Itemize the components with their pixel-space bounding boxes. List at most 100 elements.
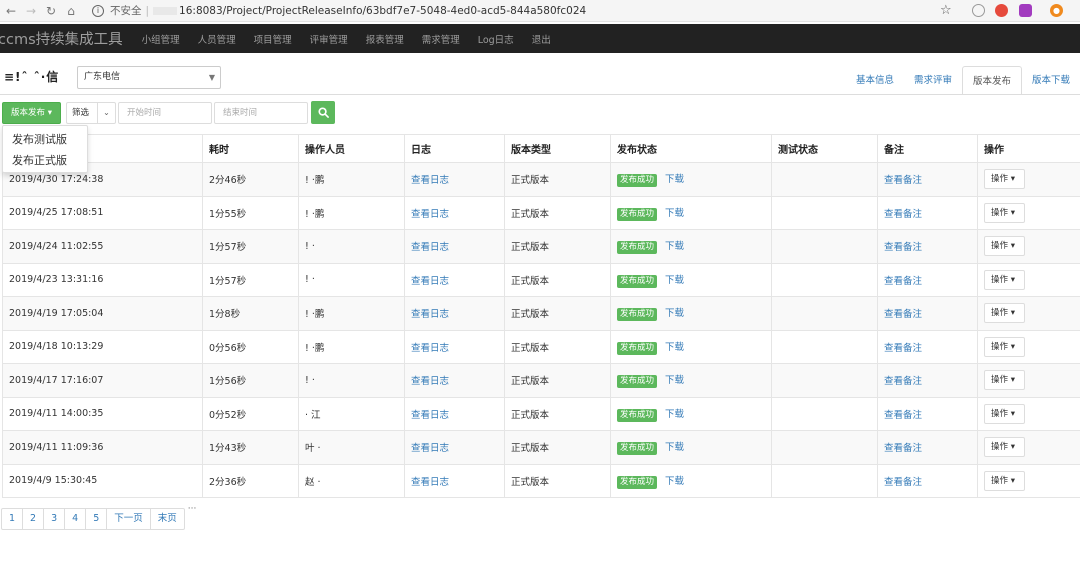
nav-link-report[interactable]: 报表管理 [366,32,404,46]
next-page-link[interactable]: 下一页 [106,508,151,530]
download-link[interactable]: 下载 [665,442,684,453]
extension-purple-icon[interactable] [1019,4,1032,17]
menu-item-release-test[interactable]: 发布测试版 [3,129,87,150]
view-remark-link[interactable]: 查看备注 [884,376,922,387]
page-link-5[interactable]: 5 [85,508,108,530]
row-actions-button[interactable]: 操作 ▾ [984,336,1025,357]
col-header-remark[interactable]: 备注 [877,134,978,163]
view-log-link[interactable]: 查看日志 [411,276,449,287]
download-link[interactable]: 下载 [665,174,684,185]
page-link-1[interactable]: 1 [1,508,24,530]
nav-link-logout[interactable]: 退出 [532,32,551,46]
project-tabs: 基本信息 需求评审 版本发布 版本下载 [846,66,1080,95]
view-log-link[interactable]: 查看日志 [411,343,449,354]
end-date-input[interactable]: 结束时间 [214,102,308,124]
download-link[interactable]: 下载 [665,208,684,219]
nav-link-group[interactable]: 小组管理 [142,32,180,46]
view-log-link[interactable]: 查看日志 [411,309,449,320]
download-link[interactable]: 下载 [665,241,684,252]
address-url[interactable]: 16:8083/Project/ProjectReleaseInfo/63bdf… [179,5,586,17]
nav-link-requirement[interactable]: 需求管理 [422,32,460,46]
page-link-4[interactable]: 4 [64,508,87,530]
view-remark-link[interactable]: 查看备注 [884,209,922,220]
cell-test-status [771,430,878,465]
start-date-input[interactable]: 开始时间 [118,102,212,124]
release-table: 耗时 操作人员 日志 版本类型 发布状态 测试状态 备注 操作 2019/4/3… [2,134,1080,498]
col-header-version-type[interactable]: 版本类型 [504,134,611,163]
row-actions-button[interactable]: 操作 ▾ [984,236,1025,257]
table-row: 2019/4/17 17:16:07 1分56秒 ! · 查看日志 正式版本 发… [2,363,1080,398]
extension-red-icon[interactable] [995,4,1008,17]
last-page-link[interactable]: 末页 [149,508,185,530]
bookmark-star-icon[interactable]: ☆ [940,3,952,18]
tab-basic-info[interactable]: 基本信息 [846,66,904,95]
col-header-actions[interactable]: 操作 [977,134,1080,163]
nav-link-review[interactable]: 评审管理 [310,32,348,46]
extension-shield-icon[interactable] [972,4,985,17]
row-actions-button[interactable]: 操作 ▾ [984,470,1025,491]
col-header-operator[interactable]: 操作人员 [298,134,405,163]
view-log-link[interactable]: 查看日志 [411,242,449,253]
tab-version-release[interactable]: 版本发布 [961,66,1022,95]
download-link[interactable]: 下载 [665,275,684,286]
view-log-link[interactable]: 查看日志 [411,376,449,387]
download-link[interactable]: 下载 [665,476,684,487]
brand-logo[interactable]: ccms持续集成工具 [0,28,123,49]
tab-requirement-review[interactable]: 需求评审 [904,66,962,95]
caret-down-icon: ▾ [1010,408,1015,419]
row-actions-button[interactable]: 操作 ▾ [984,202,1025,223]
menu-item-release-production[interactable]: 发布正式版 [3,150,87,171]
table-row: 2019/4/23 13:31:16 1分57秒 ! · 查看日志 正式版本 发… [2,262,1080,297]
col-header-release-status[interactable]: 发布状态 [610,134,772,163]
nav-link-log[interactable]: Log日志 [478,32,514,46]
filter-select[interactable]: 筛选 ⌄ [66,102,116,124]
profile-avatar-icon[interactable]: ● [1050,4,1063,17]
page-link-2[interactable]: 2 [22,508,45,530]
caret-down-icon: ▾ [1010,375,1015,386]
view-remark-link[interactable]: 查看备注 [884,477,922,488]
download-link[interactable]: 下载 [665,308,684,319]
col-header-duration[interactable]: 耗时 [202,134,299,163]
info-icon[interactable]: i [92,4,104,17]
tab-version-download[interactable]: 版本下载 [1022,66,1080,95]
project-select[interactable]: 广东电信 ▼ [77,66,221,89]
status-badge: 发布成功 [617,442,658,456]
row-actions-button[interactable]: 操作 ▾ [984,169,1025,190]
view-remark-link[interactable]: 查看备注 [884,276,922,287]
status-badge: 发布成功 [617,207,658,221]
col-header-test-status[interactable]: 测试状态 [771,134,878,163]
home-icon[interactable]: ⌂ [62,2,80,20]
row-actions-button[interactable]: 操作 ▾ [984,269,1025,290]
download-link[interactable]: 下载 [665,375,684,386]
row-actions-button[interactable]: 操作 ▾ [984,303,1025,324]
view-log-link[interactable]: 查看日志 [411,443,449,454]
back-arrow-icon[interactable]: ← [2,2,20,20]
forward-arrow-icon[interactable]: → [22,2,40,20]
nav-link-project[interactable]: 项目管理 [254,32,292,46]
view-remark-link[interactable]: 查看备注 [884,242,922,253]
row-actions-button[interactable]: 操作 ▾ [984,437,1025,458]
search-button[interactable] [311,101,335,124]
row-actions-button[interactable]: 操作 ▾ [984,370,1025,391]
view-remark-link[interactable]: 查看备注 [884,175,922,186]
cell-time: 2019/4/11 11:09:36 [2,430,203,465]
view-remark-link[interactable]: 查看备注 [884,309,922,320]
view-log-link[interactable]: 查看日志 [411,477,449,488]
reload-icon[interactable]: ↻ [42,2,60,20]
address-bar[interactable]: i 不安全 | 16:8083/Project/ProjectReleaseIn… [92,2,966,19]
view-log-link[interactable]: 查看日志 [411,175,449,186]
cell-duration: 1分8秒 [202,296,299,331]
view-remark-link[interactable]: 查看备注 [884,443,922,454]
nav-link-staff[interactable]: 人员管理 [198,32,236,46]
col-header-log[interactable]: 日志 [404,134,505,163]
download-link[interactable]: 下载 [665,409,684,420]
caret-down-icon: ▼ [208,73,215,82]
view-log-link[interactable]: 查看日志 [411,410,449,421]
download-link[interactable]: 下载 [665,342,684,353]
view-log-link[interactable]: 查看日志 [411,209,449,220]
row-actions-button[interactable]: 操作 ▾ [984,403,1025,424]
release-button[interactable]: 版本发布 ▾ [2,102,61,124]
view-remark-link[interactable]: 查看备注 [884,410,922,421]
page-link-3[interactable]: 3 [43,508,66,530]
view-remark-link[interactable]: 查看备注 [884,343,922,354]
